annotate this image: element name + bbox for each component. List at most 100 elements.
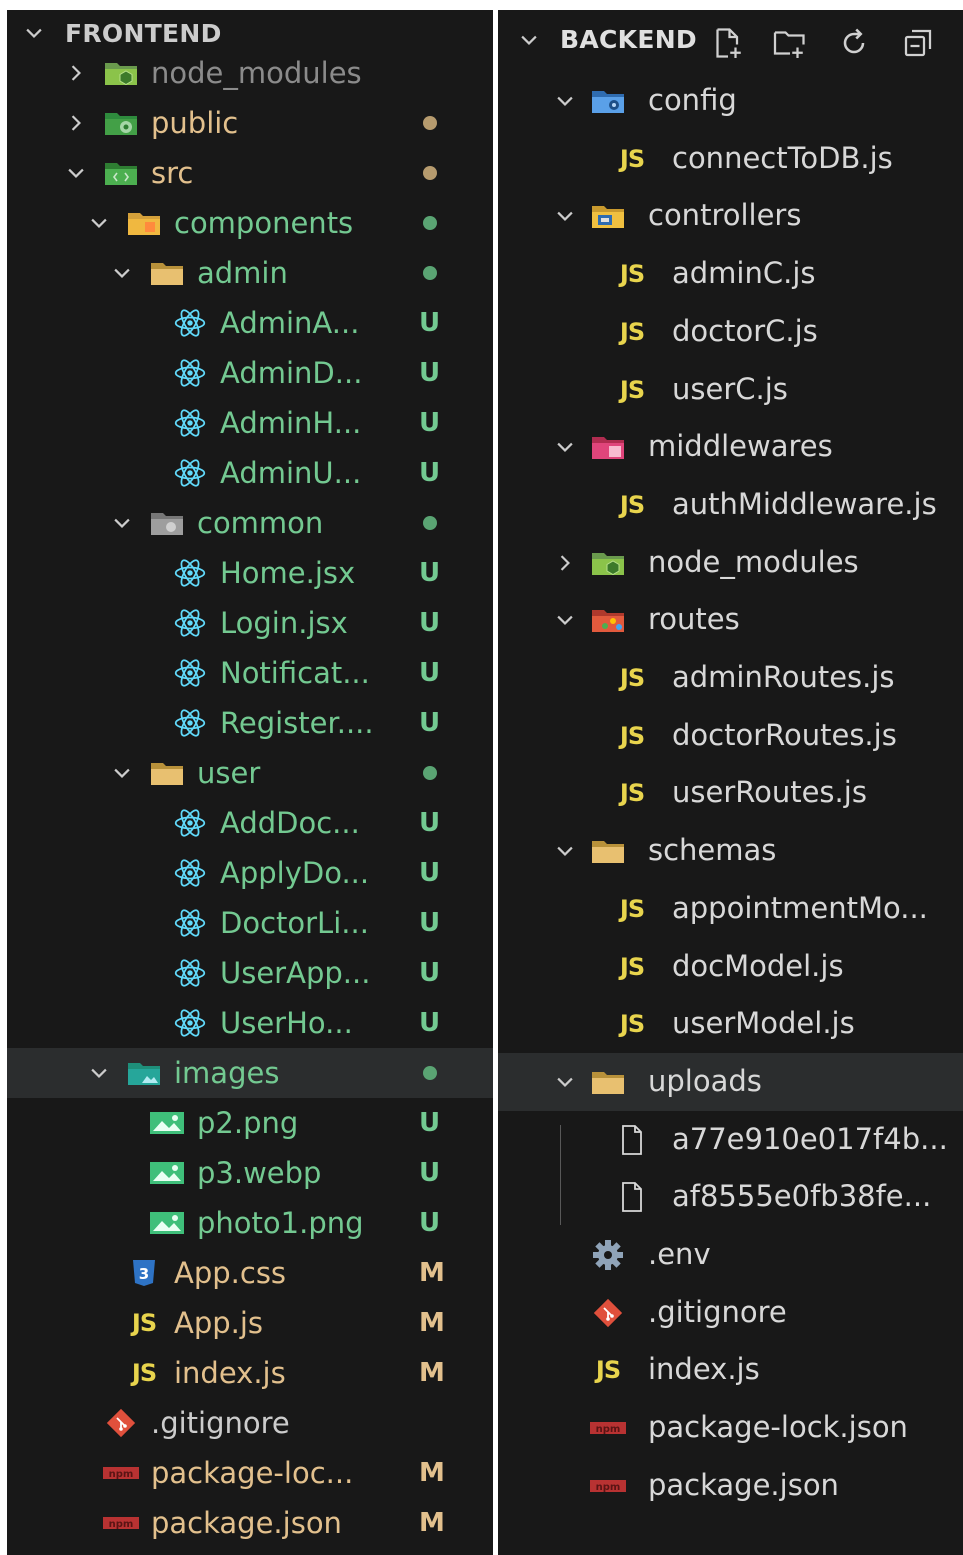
- chevron-right-icon[interactable]: [65, 62, 87, 84]
- item-label: routes: [648, 602, 740, 637]
- folder-item[interactable]: src: [7, 148, 493, 198]
- item-label: node_modules: [648, 544, 859, 579]
- untracked-badge: U: [419, 1208, 441, 1238]
- item-label: .gitignore: [648, 1294, 787, 1329]
- file-item[interactable]: AddDoc... U: [7, 798, 493, 848]
- folder-item[interactable]: images: [7, 1048, 493, 1098]
- file-item[interactable]: photo1.png U: [7, 1198, 493, 1248]
- file-item[interactable]: a77e910e017f4b...: [498, 1111, 963, 1169]
- file-item[interactable]: npm package-loc... M: [7, 1448, 493, 1498]
- file-item[interactable]: JS doctorRoutes.js: [498, 707, 963, 765]
- item-label: Home.jsx: [220, 556, 356, 590]
- file-item[interactable]: .env: [498, 1226, 963, 1284]
- file-item[interactable]: Notificat... U: [7, 648, 493, 698]
- file-item[interactable]: AdminU... U: [7, 448, 493, 498]
- folder-item[interactable]: user: [7, 748, 493, 798]
- item-label: appointmentMo...: [672, 890, 928, 925]
- file-item[interactable]: af8555e0fb38fe...: [498, 1168, 963, 1226]
- item-label: AdminH...: [220, 406, 362, 440]
- folder-icon: [149, 256, 185, 290]
- chevron-down-icon: [26, 28, 42, 38]
- js-icon: JS: [619, 779, 645, 808]
- node-folder-icon: [103, 56, 139, 90]
- untracked-badge: U: [419, 958, 441, 988]
- folder-item[interactable]: routes: [498, 591, 963, 649]
- file-item[interactable]: Login.jsx U: [7, 598, 493, 648]
- folder-item[interactable]: schemas: [498, 822, 963, 880]
- file-item[interactable]: JS userC.js: [498, 361, 963, 419]
- file-item[interactable]: p2.png U: [7, 1098, 493, 1148]
- folder-item[interactable]: uploads: [498, 1052, 963, 1111]
- file-item[interactable]: JS adminC.js: [498, 245, 963, 303]
- folder-item[interactable]: components: [7, 198, 493, 248]
- chevron-down-icon[interactable]: [554, 609, 576, 631]
- chevron-right-icon[interactable]: [65, 112, 87, 134]
- folder-item[interactable]: common: [7, 498, 493, 548]
- file-item[interactable]: JS adminRoutes.js: [498, 649, 963, 707]
- folder-item[interactable]: public: [7, 98, 493, 148]
- file-item[interactable]: JS userModel.js: [498, 995, 963, 1053]
- file-item[interactable]: npm package.json: [498, 1457, 963, 1515]
- item-label: docModel.js: [672, 948, 844, 983]
- file-item[interactable]: npm package-lock.json: [498, 1399, 963, 1457]
- new-folder-icon[interactable]: [772, 25, 808, 61]
- file-item[interactable]: JS connectToDB.js: [498, 130, 963, 188]
- file-item[interactable]: Home.jsx U: [7, 548, 493, 598]
- js-icon: JS: [131, 1359, 157, 1387]
- chevron-down-icon[interactable]: [554, 840, 576, 862]
- js-icon: JS: [131, 1309, 157, 1337]
- file-item[interactable]: JS doctorC.js: [498, 303, 963, 361]
- chevron-down-icon[interactable]: [111, 762, 133, 784]
- chevron-right-icon[interactable]: [554, 552, 576, 574]
- backend-section-header[interactable]: BACKEND: [498, 15, 963, 65]
- chevron-down-icon[interactable]: [554, 90, 576, 112]
- item-label: App.css: [174, 1256, 287, 1290]
- file-item[interactable]: .gitignore: [498, 1284, 963, 1342]
- chevron-down-icon[interactable]: [65, 162, 87, 184]
- file-item[interactable]: 3 App.css M: [7, 1248, 493, 1298]
- item-label: .gitignore: [151, 1406, 290, 1440]
- file-item[interactable]: JS index.js M: [7, 1348, 493, 1398]
- file-item[interactable]: AdminH... U: [7, 398, 493, 448]
- chevron-down-icon[interactable]: [554, 436, 576, 458]
- folder-item[interactable]: middlewares: [498, 418, 963, 476]
- file-item[interactable]: JS App.js M: [7, 1298, 493, 1348]
- collapse-all-icon[interactable]: [900, 25, 936, 61]
- folder-item[interactable]: config: [498, 72, 963, 130]
- item-label: doctorRoutes.js: [672, 717, 897, 752]
- file-item[interactable]: p3.webp U: [7, 1148, 493, 1198]
- file-item[interactable]: JS docModel.js: [498, 938, 963, 996]
- chevron-down-icon[interactable]: [554, 1071, 576, 1093]
- chevron-down-icon[interactable]: [554, 205, 576, 227]
- file-item[interactable]: JS authMiddleware.js: [498, 476, 963, 534]
- changes-dot: [423, 766, 437, 780]
- file-item[interactable]: JS index.js: [498, 1341, 963, 1399]
- chevron-down-icon[interactable]: [111, 512, 133, 534]
- folder-item[interactable]: admin: [7, 248, 493, 298]
- file-item[interactable]: AdminD... U: [7, 348, 493, 398]
- image-icon: [149, 1206, 185, 1240]
- file-item[interactable]: Register.... U: [7, 698, 493, 748]
- file-item[interactable]: AdminA... U: [7, 298, 493, 348]
- file-item[interactable]: ApplyDo... U: [7, 848, 493, 898]
- file-item[interactable]: DoctorLi... U: [7, 898, 493, 948]
- file-item[interactable]: JS userRoutes.js: [498, 764, 963, 822]
- file-item[interactable]: UserHo... U: [7, 998, 493, 1048]
- image-icon: [149, 1156, 185, 1190]
- new-file-icon[interactable]: [710, 25, 746, 61]
- chevron-down-icon[interactable]: [88, 1062, 110, 1084]
- file-item[interactable]: npm package.json M: [7, 1498, 493, 1548]
- item-label: middlewares: [648, 429, 833, 464]
- file-item[interactable]: UserApp... U: [7, 948, 493, 998]
- file-item[interactable]: .gitignore: [7, 1398, 493, 1448]
- item-label: photo1.png: [197, 1206, 364, 1240]
- folder-item[interactable]: controllers: [498, 187, 963, 245]
- refresh-icon[interactable]: [836, 25, 872, 61]
- chevron-down-icon[interactable]: [88, 212, 110, 234]
- file-item[interactable]: JS appointmentMo...: [498, 880, 963, 938]
- modified-badge: M: [419, 1458, 445, 1488]
- chevron-down-icon[interactable]: [111, 262, 133, 284]
- folder-item[interactable]: node_modules: [498, 534, 963, 592]
- folder-item[interactable]: node_modules: [7, 48, 493, 98]
- js-icon: JS: [619, 260, 645, 289]
